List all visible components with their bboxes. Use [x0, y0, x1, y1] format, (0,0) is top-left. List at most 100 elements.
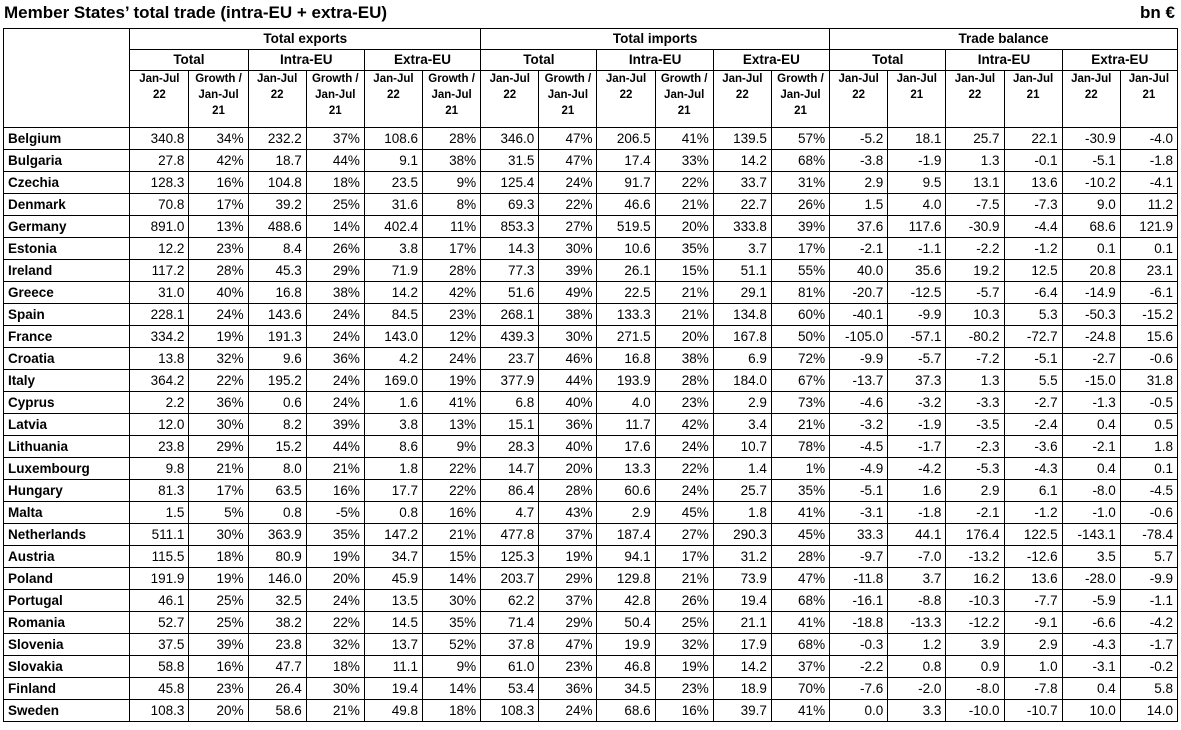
value-cell: -1.2: [1003, 237, 1063, 260]
value-cell: 21%: [305, 457, 365, 480]
value-cell: 15.6: [1119, 325, 1179, 348]
value-cell: 6.8: [480, 391, 540, 414]
value-cell: 8.0: [247, 457, 307, 480]
value-cell: -2.4: [1003, 413, 1063, 436]
value-cell: -4.5: [829, 435, 889, 458]
value-cell: 8.4: [247, 237, 307, 260]
value-cell: 13.5: [363, 589, 424, 612]
value-cell: 44.1: [887, 523, 947, 546]
value-cell: -12.6: [1003, 545, 1063, 568]
value-cell: 40%: [188, 281, 249, 304]
value-cell: 0.1: [1061, 237, 1121, 260]
value-cell: 108.6: [363, 127, 424, 150]
value-cell: 38%: [654, 347, 714, 370]
table-row: Spain 228.1 24% 143.6 24% 84.5 23% 268.1 38% 133.…: [2, 303, 1179, 326]
value-cell: -15.0: [1061, 369, 1121, 392]
value-cell: 39%: [538, 259, 598, 282]
value-cell: 37.3: [887, 369, 947, 392]
value-cell: 3.5: [1061, 545, 1121, 568]
value-cell: 25.7: [945, 127, 1005, 150]
value-cell: 511.1: [129, 523, 190, 546]
value-cell: 21%: [654, 303, 714, 326]
value-cell: -4.9: [829, 457, 889, 480]
value-cell: 40%: [538, 391, 598, 414]
value-cell: 14%: [305, 215, 365, 238]
country-cell: Portugal: [2, 589, 131, 612]
value-cell: 22.1: [1003, 127, 1063, 150]
value-cell: 68%: [770, 589, 831, 612]
value-cell: 44%: [305, 435, 365, 458]
trade-table: Total exports Total imports Trade balanc…: [2, 28, 1179, 722]
value-cell: -1.8: [1119, 149, 1179, 172]
value-cell: 121.9: [1119, 215, 1179, 238]
subgroup-header: Extra-EU: [1061, 49, 1179, 71]
value-cell: 5.8: [1119, 677, 1179, 700]
value-cell: 0.4: [1061, 457, 1121, 480]
value-cell: 31.0: [129, 281, 190, 304]
value-cell: 68%: [770, 149, 831, 172]
country-cell: Finland: [2, 677, 131, 700]
value-cell: 29.1: [712, 281, 772, 304]
value-cell: -3.5: [945, 413, 1005, 436]
country-cell: Italy: [2, 369, 131, 392]
value-cell: 13.8: [129, 347, 190, 370]
value-cell: 25%: [305, 193, 365, 216]
column-header: Jan-Jul 21: [1003, 70, 1063, 128]
value-cell: 16%: [188, 655, 249, 678]
value-cell: 14%: [421, 567, 482, 590]
value-cell: 68.6: [1061, 215, 1121, 238]
value-cell: -9.7: [829, 545, 889, 568]
value-cell: 34%: [188, 127, 249, 150]
value-cell: 60%: [770, 303, 831, 326]
value-cell: 27.8: [129, 149, 190, 172]
value-cell: 29%: [538, 611, 598, 634]
table-row: Romania 52.7 25% 38.2 22% 14.5 35% 71.4 29% 50.4 2…: [2, 611, 1179, 634]
value-cell: 6.1: [1003, 479, 1063, 502]
value-cell: 22%: [538, 193, 598, 216]
value-cell: 35%: [421, 611, 482, 634]
value-cell: -10.2: [1061, 171, 1121, 194]
value-cell: -0.6: [1119, 501, 1179, 524]
value-cell: -4.2: [1119, 611, 1179, 634]
value-cell: 1.4: [712, 457, 772, 480]
value-cell: -15.2: [1119, 303, 1179, 326]
value-cell: 4.0: [596, 391, 656, 414]
value-cell: 18%: [188, 545, 249, 568]
value-cell: 133.3: [596, 303, 656, 326]
subgroup-header: Intra-EU: [247, 49, 365, 71]
value-cell: 0.1: [1119, 237, 1179, 260]
country-cell: France: [2, 325, 131, 348]
value-cell: -0.2: [1119, 655, 1179, 678]
value-cell: 50%: [770, 325, 831, 348]
value-cell: 0.8: [887, 655, 947, 678]
value-cell: 22%: [421, 479, 482, 502]
value-cell: -7.3: [1003, 193, 1063, 216]
value-cell: 16.8: [596, 347, 656, 370]
value-cell: 52%: [421, 633, 482, 656]
value-cell: -3.6: [1003, 435, 1063, 458]
value-cell: -5.7: [887, 347, 947, 370]
value-cell: 41%: [770, 501, 831, 524]
table-row: Hungary 81.3 17% 63.5 16% 17.7 22% 86.4 28% 60.6 2…: [2, 479, 1179, 502]
column-header: Growth / Jan-Jul 21: [421, 70, 482, 128]
value-cell: 0.8: [247, 501, 307, 524]
value-cell: 28%: [421, 259, 482, 282]
value-cell: 24%: [188, 303, 249, 326]
table-row: Poland 191.9 19% 146.0 20% 45.9 14% 203.7 29% 129…: [2, 567, 1179, 590]
value-cell: -1.9: [887, 413, 947, 436]
value-cell: 4.2: [363, 347, 424, 370]
table-row: Slovakia 58.8 16% 47.7 18% 11.1 9% 61.0 23% 46.8 1…: [2, 655, 1179, 678]
value-cell: 30%: [305, 677, 365, 700]
value-cell: -10.7: [1003, 699, 1063, 722]
value-cell: 20%: [188, 699, 249, 722]
value-cell: 45.8: [129, 677, 190, 700]
value-cell: 17.9: [712, 633, 772, 656]
value-cell: 68%: [770, 633, 831, 656]
value-cell: 41%: [421, 391, 482, 414]
value-cell: 134.8: [712, 303, 772, 326]
value-cell: 51.6: [480, 281, 540, 304]
country-cell: Bulgaria: [2, 149, 131, 172]
value-cell: 184.0: [712, 369, 772, 392]
value-cell: 117.6: [887, 215, 947, 238]
value-cell: 12%: [421, 325, 482, 348]
